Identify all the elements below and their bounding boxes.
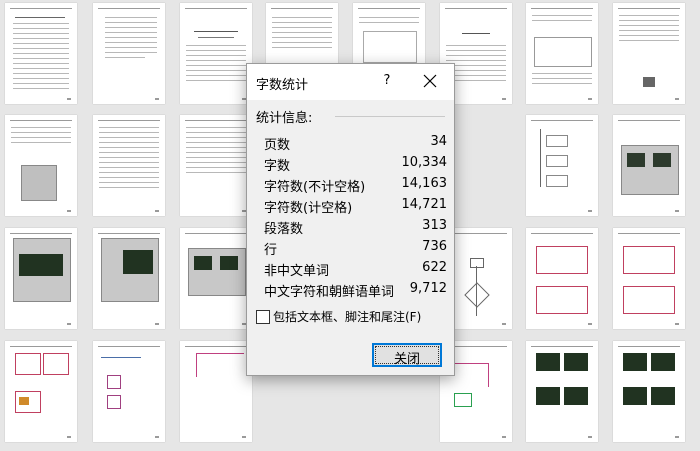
page-thumbnail[interactable] xyxy=(5,115,77,216)
stat-label-lines: 行 xyxy=(264,243,278,258)
page-thumbnail[interactable] xyxy=(613,341,685,442)
page-thumbnail[interactable] xyxy=(526,228,598,329)
stat-value-chars-no-spaces: 14,163 xyxy=(401,176,448,191)
page-thumbnail[interactable] xyxy=(93,228,165,329)
page-thumbnail[interactable] xyxy=(613,3,685,104)
page-thumbnail[interactable] xyxy=(93,115,165,216)
stat-value-non-chinese-words: 622 xyxy=(422,260,447,275)
stat-label-non-chinese-words: 非中文单词 xyxy=(264,264,330,279)
help-button[interactable]: ? xyxy=(377,71,397,91)
statistics-section-label: 统计信息: xyxy=(256,111,313,126)
stat-label-pages: 页数 xyxy=(264,138,291,153)
stat-value-cjk-words: 9,712 xyxy=(409,281,447,296)
page-thumbnail[interactable] xyxy=(180,115,252,216)
stat-value-words: 10,334 xyxy=(401,155,448,170)
close-icon[interactable] xyxy=(417,69,443,93)
stat-value-paragraphs: 313 xyxy=(422,218,447,233)
dialog-title-bar[interactable]: 字数统计 ? xyxy=(247,64,454,100)
stat-value-chars-with-spaces: 14,721 xyxy=(401,197,448,212)
stat-label-chars-no-spaces: 字符数(不计空格) xyxy=(264,180,366,195)
page-thumbnail[interactable] xyxy=(613,228,685,329)
page-thumbnail[interactable] xyxy=(5,341,77,442)
stat-value-lines: 736 xyxy=(422,239,447,254)
close-button-label: 关闭 xyxy=(393,352,420,367)
stat-label-words: 字数 xyxy=(264,159,291,174)
stat-label-paragraphs: 段落数 xyxy=(264,222,304,237)
stat-value-pages: 34 xyxy=(430,134,447,149)
page-thumbnail[interactable] xyxy=(180,341,252,442)
include-textboxes-checkbox[interactable] xyxy=(256,310,270,324)
word-count-dialog: 字数统计 ? 统计信息: 页数 34 字数 10,334 字符数(不计空格) 1… xyxy=(246,63,455,376)
page-thumbnail[interactable] xyxy=(526,3,598,104)
page-thumbnail[interactable] xyxy=(5,228,77,329)
close-button[interactable]: 关闭 xyxy=(372,343,442,367)
dialog-title: 字数统计 xyxy=(256,78,309,93)
stat-label-chars-with-spaces: 字符数(计空格) xyxy=(264,201,353,216)
page-thumbnail[interactable] xyxy=(5,3,77,104)
page-thumbnail[interactable] xyxy=(613,115,685,216)
section-divider xyxy=(335,116,445,117)
page-thumbnail[interactable] xyxy=(526,341,598,442)
page-thumbnail[interactable] xyxy=(180,228,252,329)
page-thumbnail[interactable] xyxy=(180,3,252,104)
page-thumbnail[interactable] xyxy=(93,341,165,442)
include-textboxes-label[interactable]: 包括文本框、脚注和尾注(F) xyxy=(273,308,421,325)
stat-label-cjk-words: 中文字符和朝鲜语单词 xyxy=(264,285,395,300)
page-thumbnail[interactable] xyxy=(93,3,165,104)
page-thumbnail[interactable] xyxy=(526,115,598,216)
